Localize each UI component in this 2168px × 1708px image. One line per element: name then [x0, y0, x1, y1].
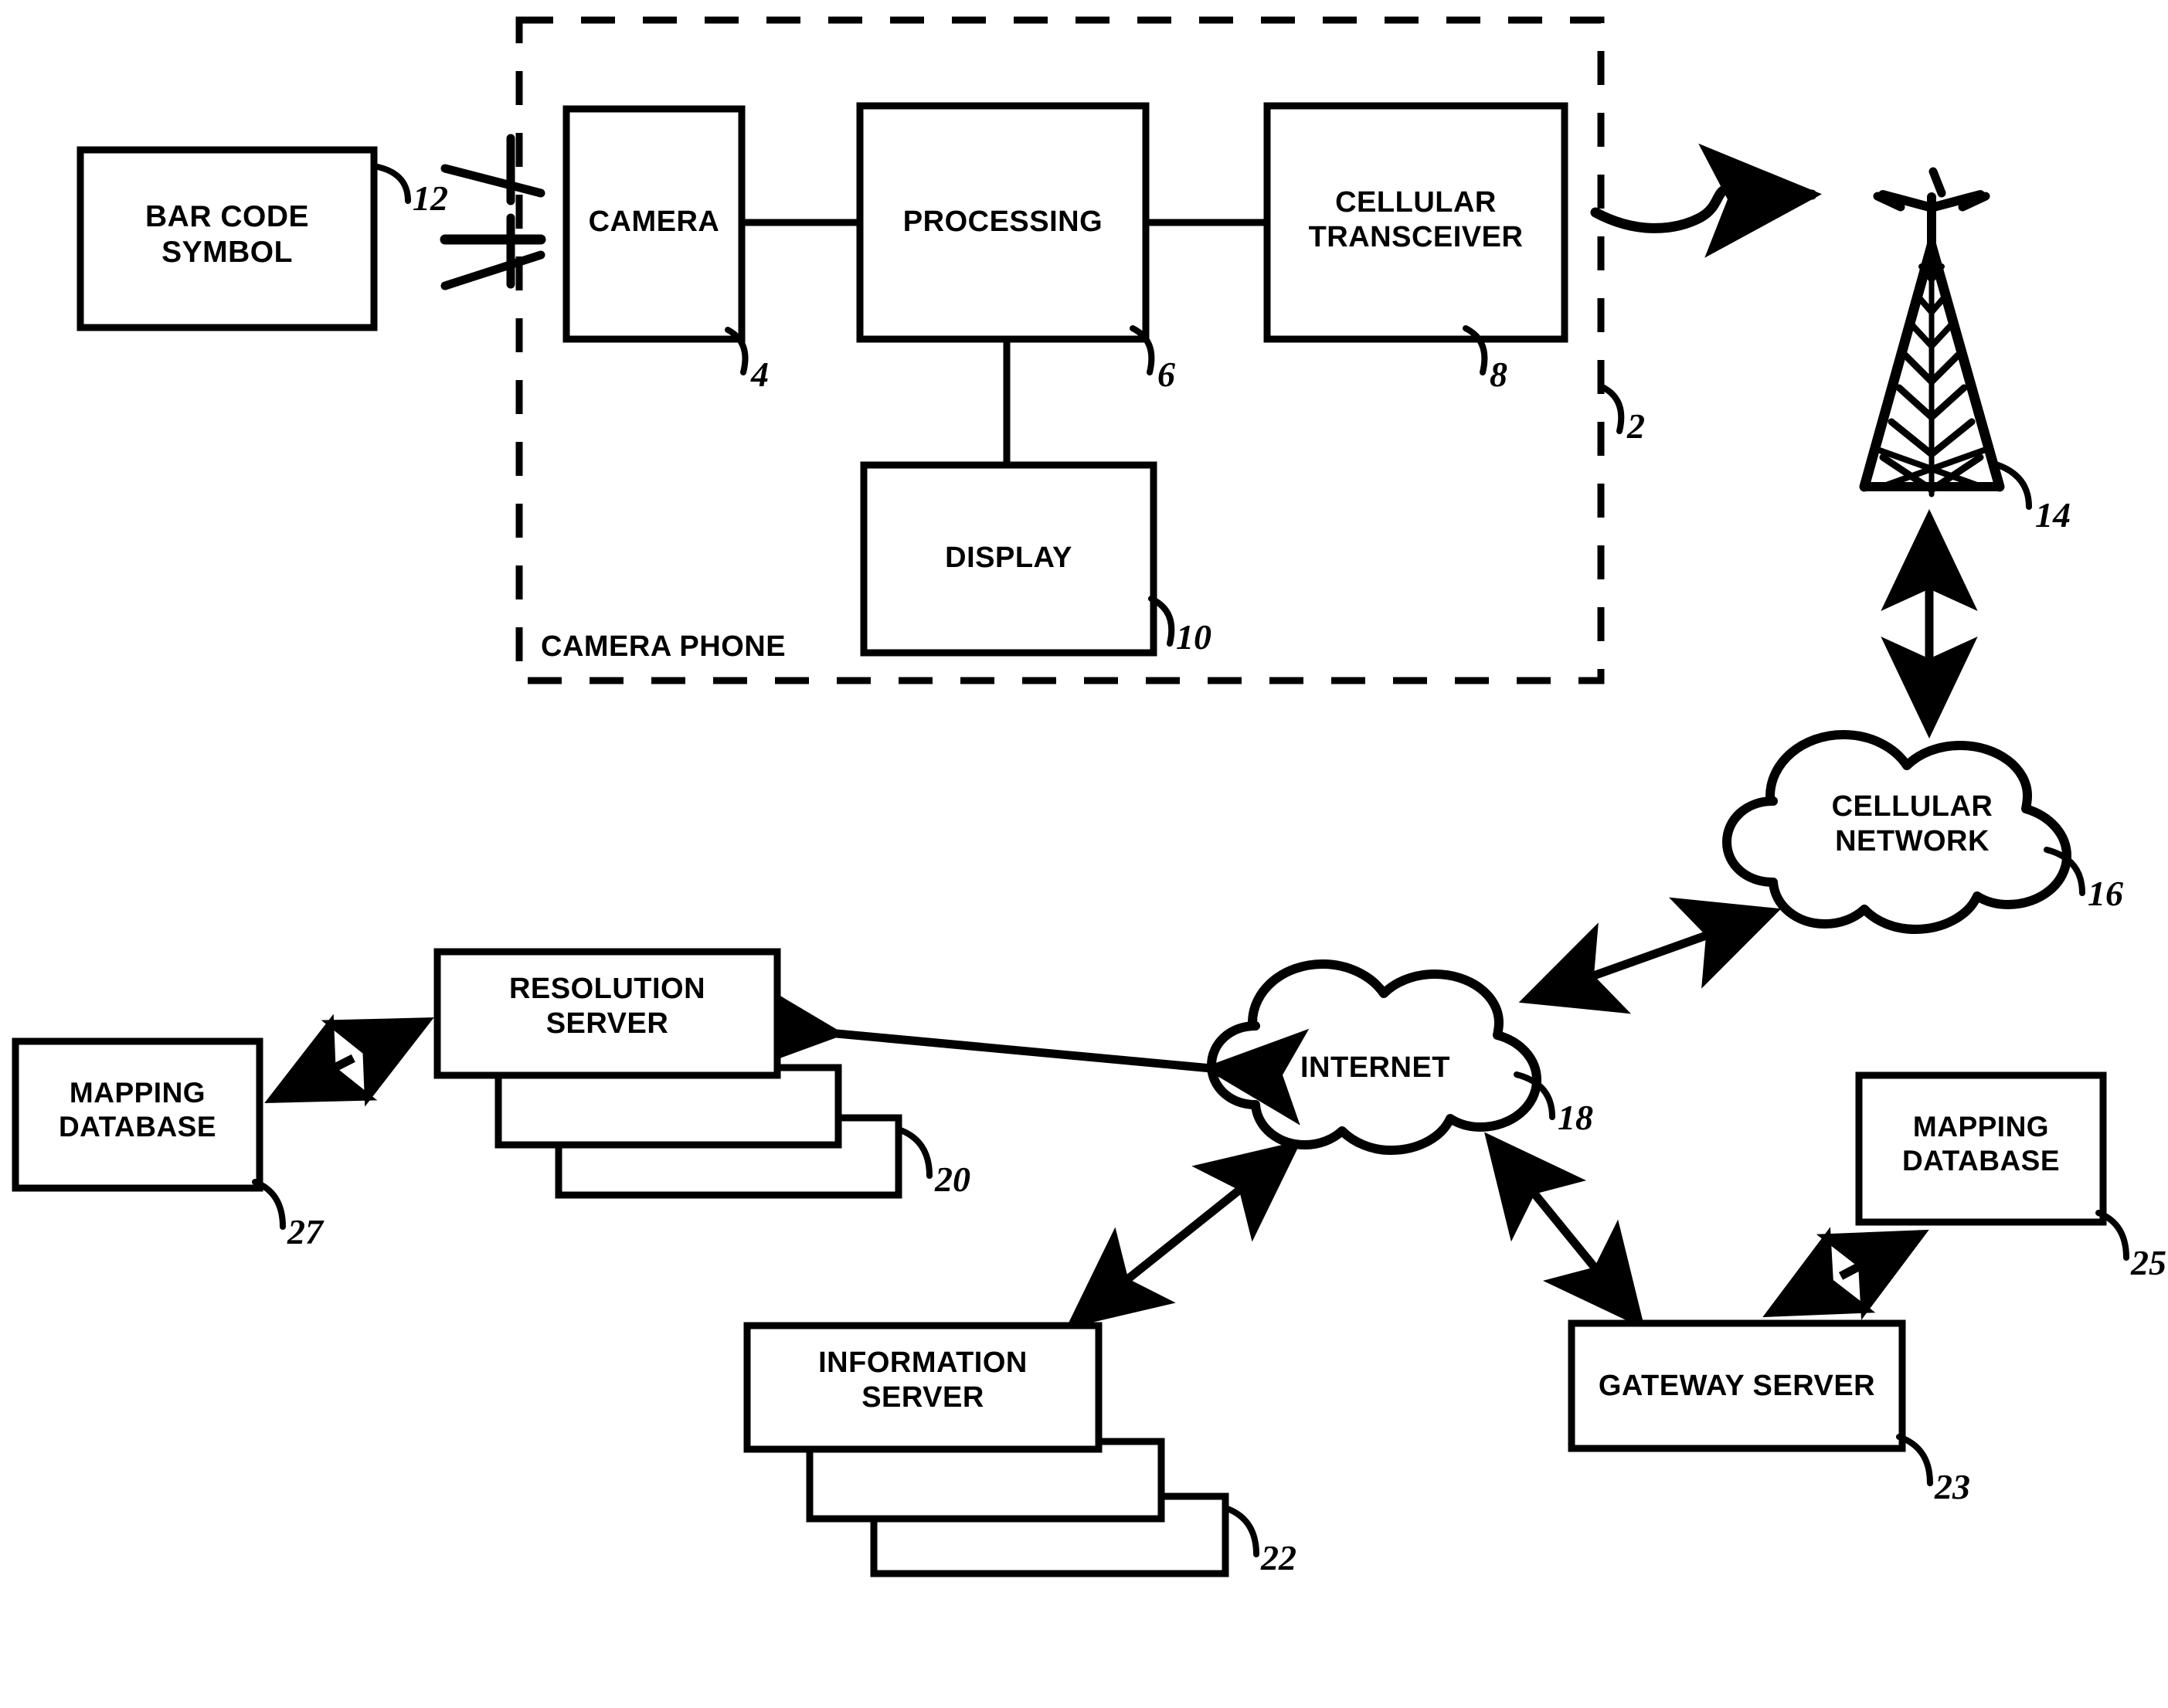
ref-numeral-8: 8	[1490, 355, 1507, 394]
camera-phone-enclosure-label: CAMERA PHONE	[541, 630, 787, 663]
ref-numeral-16: 16	[2088, 874, 2123, 913]
leader-12	[371, 163, 411, 204]
ref-numeral-2: 2	[1627, 406, 1645, 446]
ref-numeral-10: 10	[1176, 617, 1211, 657]
link-internet-resolution-server	[739, 976, 1310, 1126]
diagram-canvas	[12, 16, 2129, 1577]
cell-tower-icon	[1859, 167, 2005, 497]
ref-numeral-12: 12	[413, 178, 448, 218]
mapping-database-right-box	[1855, 1071, 2107, 1226]
bar-code-symbol-box	[76, 146, 378, 331]
information-server-box-mid	[806, 1438, 1165, 1523]
processing-box	[856, 102, 1150, 343]
gateway-server-box	[1568, 1319, 1906, 1452]
rf-squiggle-arrow	[1590, 143, 1822, 258]
link-internet-information-server	[1065, 1140, 1302, 1329]
ref-numeral-14: 14	[2035, 495, 2071, 535]
internet-cloud	[1207, 959, 1541, 1155]
ref-numeral-6: 6	[1157, 355, 1175, 394]
leader-20	[895, 1126, 933, 1179]
link-cellular-network-internet	[1518, 897, 1782, 1014]
resolution-server-box-mid	[494, 1064, 842, 1149]
camera-box	[562, 105, 746, 343]
ref-numeral-25: 25	[2131, 1243, 2166, 1282]
ref-numeral-20: 20	[935, 1160, 970, 1199]
ref-numeral-22: 22	[1261, 1538, 1296, 1577]
link-internet-gateway-server	[1484, 1132, 1645, 1329]
ref-numeral-27: 27	[287, 1212, 323, 1251]
optical-path	[440, 134, 546, 290]
link-mapping-db-right-gateway-server	[1762, 1227, 1929, 1320]
ref-numeral-18: 18	[1558, 1098, 1593, 1137]
display-box	[860, 461, 1157, 657]
cellular-network-cloud	[1722, 730, 2071, 934]
resolution-server-box-front	[433, 948, 781, 1079]
information-server-box-front	[743, 1322, 1103, 1453]
cellular-transceiver-box	[1263, 102, 1568, 343]
patent-figure: BAR CODE SYMBOL CAMERA PROCESSING CELLUL…	[0, 0, 2168, 1708]
ref-numeral-23: 23	[1935, 1467, 1970, 1506]
mapping-database-left-box	[12, 1037, 263, 1192]
link-mapping-db-left-resolution-server	[264, 1014, 434, 1107]
ref-numeral-4: 4	[751, 355, 769, 394]
leader-22	[1222, 1505, 1259, 1557]
